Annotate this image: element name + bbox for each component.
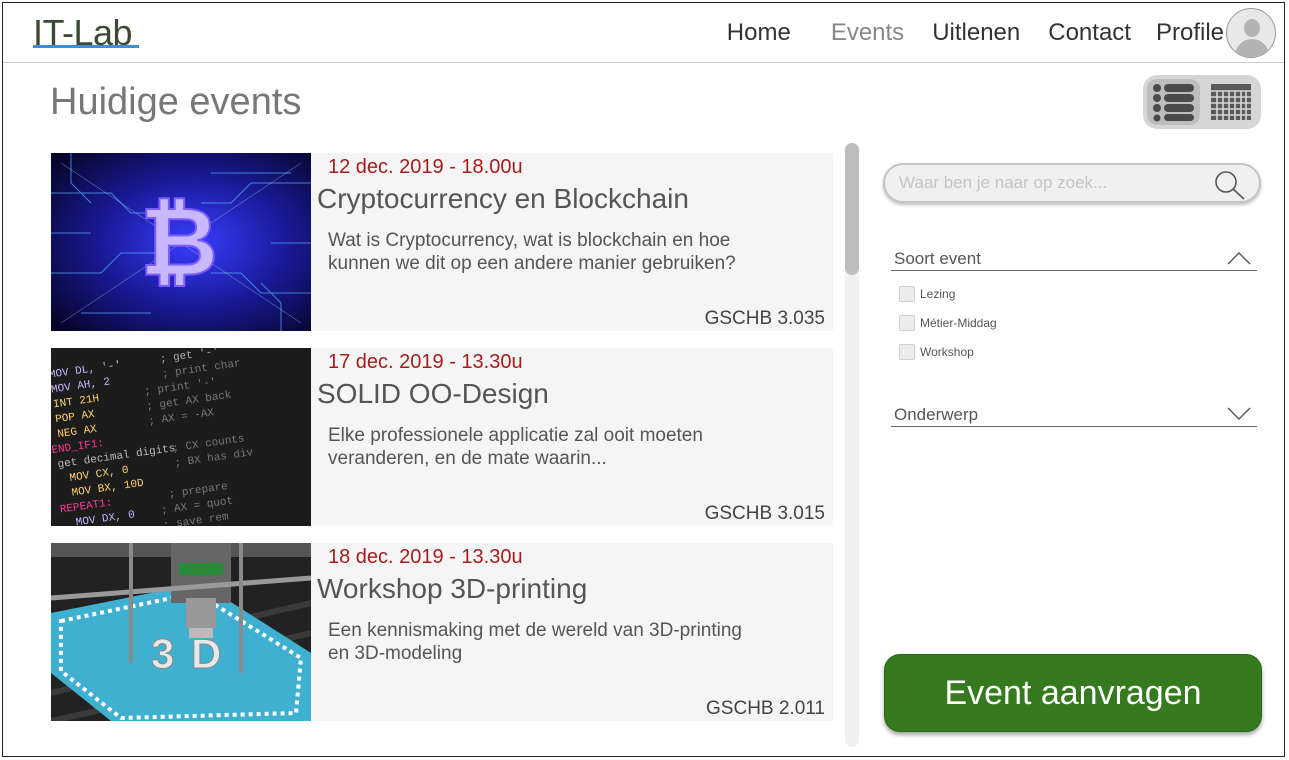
event-date: 17 dec. 2019 - 13.30u [328,351,523,373]
chevron-down-icon[interactable] [1227,407,1251,421]
event-room: GSCHB 3.015 [704,503,825,524]
main-nav: Home Events Uitlenen Contact Profile [727,3,1276,63]
event-title[interactable]: Workshop 3D-printing [317,573,587,605]
event-description: Wat is Cryptocurrency, wat is blockchain… [328,230,736,274]
event-list: ₿ 12 dec. 2019 - 18.00u Cryptocurrency e… [51,153,833,738]
filter-label: Onderwerp [894,405,979,424]
avatar[interactable] [1226,8,1276,58]
filter-onderwerp[interactable]: Onderwerp [891,403,1257,427]
event-card[interactable]: ₿ 12 dec. 2019 - 18.00u Cryptocurrency e… [51,153,833,331]
checkbox[interactable] [899,344,915,360]
top-navbar: IT-Lab Home Events Uitlenen Contact Prof… [3,3,1284,63]
assembly-code-image: MOV DL, '-'; get '-' MOV AH, 2; print ch… [51,348,311,526]
view-toggle [1143,75,1261,129]
logo-underline [33,45,139,48]
checkbox-label: Métier-Middag [920,316,997,330]
checkbox-label: Workshop [920,345,974,359]
event-list-scrollbar[interactable] [845,143,859,747]
svg-text:3: 3 [151,630,174,677]
event-title[interactable]: SOLID OO-Design [317,378,549,410]
event-card[interactable]: 3 D 18 dec. 2019 - 13.30u Workshop 3D-pr… [51,543,833,721]
event-description: Een kennismaking met de wereld van 3D-pr… [328,620,742,664]
search-box [883,163,1261,203]
filter-soort-event[interactable]: Soort event [891,247,1257,271]
search-input[interactable] [899,173,1199,193]
bitcoin-circuit-image: ₿ [51,153,311,331]
event-date: 18 dec. 2019 - 13.30u [328,546,523,568]
svg-text:D: D [191,630,221,677]
event-description: Elke professionele applicatie zal ooit m… [328,425,703,469]
nav-events[interactable]: Events [831,3,904,63]
svg-text:₿: ₿ [140,189,218,296]
avatar-head-shape [1244,19,1260,37]
filter-option-workshop[interactable]: Workshop [899,344,974,360]
filter-label: Soort event [894,249,981,268]
nav-home[interactable]: Home [727,3,791,63]
event-card[interactable]: MOV DL, '-'; get '-' MOV AH, 2; print ch… [51,348,833,526]
nav-profile[interactable]: Profile [1156,3,1224,63]
3d-printer-image: 3 D [51,543,311,721]
nav-uitlenen[interactable]: Uitlenen [932,3,1020,63]
checkbox-label: Lezing [920,287,956,301]
chevron-up-icon[interactable] [1227,251,1251,265]
list-view-button[interactable] [1147,79,1200,125]
checkbox[interactable] [899,286,915,302]
event-title[interactable]: Cryptocurrency en Blockchain [317,183,689,215]
grid-view-button[interactable] [1204,79,1257,125]
nav-contact[interactable]: Contact [1048,3,1131,63]
event-aanvragen-button[interactable]: Event aanvragen [884,654,1262,732]
filter-option-metier-middag[interactable]: Métier-Middag [899,315,997,331]
avatar-body-shape [1235,39,1269,57]
event-room: GSCHB 3.035 [704,308,825,329]
event-room: GSCHB 2.011 [706,698,825,719]
list-icon [1152,84,1194,122]
scrollbar-thumb[interactable] [845,143,859,275]
checkbox[interactable] [899,315,915,331]
filter-option-lezing[interactable]: Lezing [899,286,955,302]
event-date: 12 dec. 2019 - 18.00u [328,156,523,178]
app-window: IT-Lab Home Events Uitlenen Contact Prof… [2,2,1285,757]
page-title: Huidige events [50,81,302,123]
grid-icon [1210,84,1251,120]
search-icon[interactable] [1213,169,1247,201]
